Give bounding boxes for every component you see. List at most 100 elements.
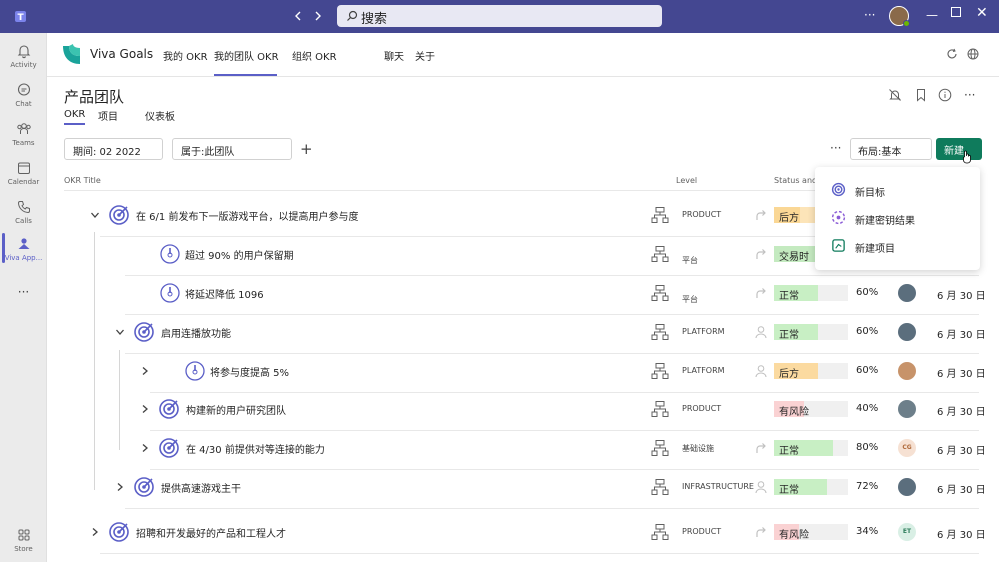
share-arrow-icon[interactable]	[754, 247, 768, 261]
okr-title[interactable]: 启用连播放功能	[161, 325, 231, 340]
chevron-right-icon[interactable]	[140, 443, 150, 453]
search-input[interactable]: 搜索	[337, 5, 662, 27]
okr-level: PRODUCT	[682, 404, 722, 413]
rail-item-teams[interactable]: Teams	[0, 121, 47, 161]
more-options-icon[interactable]: ···	[964, 88, 975, 102]
viva-goals-logo-icon	[63, 44, 80, 64]
okr-title[interactable]: 将参与度提高 5%	[210, 364, 289, 379]
search-icon	[347, 10, 358, 21]
layout-select[interactable]: 布局:基本	[850, 138, 932, 160]
more-options-icon[interactable]: ···	[864, 8, 875, 22]
period-filter[interactable]: 期间: 02 2022	[64, 138, 163, 160]
owner-avatar[interactable]	[898, 323, 916, 341]
rail-item-chat[interactable]: Chat	[0, 82, 47, 122]
owner-avatar[interactable]	[898, 284, 916, 302]
back-arrow-icon[interactable]	[292, 10, 304, 22]
tab-my-team-okr[interactable]: 我的团队 OKR	[214, 48, 279, 63]
refresh-icon[interactable]	[946, 48, 958, 60]
tab-my-okr[interactable]: 我的 OKR	[163, 48, 208, 63]
more-options-icon[interactable]: ···	[830, 141, 841, 155]
rail-item-calls[interactable]: Calls	[0, 199, 47, 239]
more-apps-icon[interactable]: ···	[0, 285, 47, 325]
tab-about[interactable]: 关于	[415, 48, 435, 63]
chevron-right-icon[interactable]	[140, 366, 150, 376]
subtab-dashboard[interactable]: 仪表板	[145, 108, 175, 123]
progress-percent: 60%	[856, 326, 879, 337]
rail-label: Chat	[15, 100, 32, 108]
okr-title[interactable]: 超过 90% 的用户保留期	[185, 247, 294, 262]
chevron-right-icon[interactable]	[115, 482, 125, 492]
person-icon[interactable]	[754, 480, 768, 494]
person-icon[interactable]	[754, 325, 768, 339]
rail-item-calendar[interactable]: Calendar	[0, 160, 47, 200]
person-icon[interactable]	[754, 364, 768, 378]
rail-label: Calendar	[7, 178, 40, 186]
progress-percent: 80%	[856, 442, 879, 453]
rail-item-viva-app[interactable]: Viva App...	[0, 236, 47, 276]
org-hierarchy-icon	[651, 324, 669, 340]
objective-target-icon	[159, 399, 179, 419]
new-button[interactable]: 新建	[936, 138, 982, 160]
col-header-status: Status and	[774, 176, 818, 185]
subtab-okr[interactable]: OKR	[64, 109, 85, 120]
globe-icon[interactable]	[967, 48, 979, 60]
owner-avatar[interactable]	[898, 478, 916, 496]
share-arrow-icon[interactable]	[754, 208, 768, 222]
okr-title[interactable]: 在 6/1 前发布下一版游戏平台，以提高用户参与度	[136, 208, 358, 223]
okr-level: 平台	[682, 256, 698, 265]
maximize-icon[interactable]	[951, 7, 961, 17]
search-placeholder: 搜索	[361, 12, 388, 27]
org-hierarchy-icon	[651, 401, 669, 417]
subtab-projects[interactable]: 项目	[98, 108, 118, 123]
cursor-hand-icon	[963, 150, 971, 164]
progress-percent: 60%	[856, 287, 879, 298]
add-filter-icon[interactable]: +	[300, 140, 313, 158]
chevron-down-icon[interactable]	[90, 210, 100, 220]
okr-title[interactable]: 构建新的用户研究团队	[186, 402, 286, 417]
viva-icon	[18, 238, 29, 249]
col-header-level: Level	[676, 176, 698, 185]
objective-target-icon	[109, 522, 129, 542]
phone-icon	[17, 201, 30, 214]
teams-icon	[16, 123, 31, 134]
close-icon[interactable]: ✕	[976, 5, 988, 21]
okr-title[interactable]: 招聘和开发最好的产品和工程人才	[136, 525, 286, 540]
belongs-filter[interactable]: 属于:此团队	[172, 138, 292, 160]
forward-arrow-icon[interactable]	[312, 10, 324, 22]
progress-percent: 72%	[856, 481, 879, 492]
owner-avatar[interactable]: ET	[898, 523, 916, 541]
app-rail: Activity Chat Teams Calendar Calls Viva …	[0, 33, 47, 562]
rail-item-activity[interactable]: Activity	[0, 43, 47, 83]
mute-notifications-icon[interactable]	[888, 88, 902, 102]
key-result-icon	[831, 210, 846, 225]
tab-org-okr[interactable]: 组织 OKR	[292, 48, 337, 63]
org-hierarchy-icon	[651, 363, 669, 379]
minimize-icon[interactable]: —	[926, 8, 938, 22]
okr-title[interactable]: 将延迟降低 1096	[185, 286, 264, 301]
owner-avatar[interactable]	[898, 362, 916, 380]
tab-chat[interactable]: 聊天	[384, 48, 404, 63]
share-arrow-icon[interactable]	[754, 286, 768, 300]
rail-label: Calls	[15, 217, 32, 225]
info-icon[interactable]	[938, 88, 952, 102]
okr-title[interactable]: 在 4/30 前提供对等连接的能力	[186, 441, 325, 456]
due-date: 6 月 30 日	[937, 330, 986, 341]
okr-title[interactable]: 提供高速游戏主干	[161, 480, 241, 495]
page-title: 产品团队	[64, 88, 125, 106]
bookmark-icon[interactable]	[914, 88, 928, 102]
chevron-right-icon[interactable]	[90, 527, 100, 537]
objective-target-icon	[159, 438, 179, 458]
chevron-down-icon[interactable]	[115, 327, 125, 337]
calendar-icon	[17, 162, 30, 174]
share-arrow-icon[interactable]	[754, 441, 768, 455]
owner-avatar[interactable]: CG	[898, 439, 916, 457]
share-arrow-icon[interactable]	[754, 525, 768, 539]
owner-avatar[interactable]	[898, 400, 916, 418]
due-date: 6 月 30 日	[937, 407, 986, 418]
subtab-active-underline	[64, 123, 85, 125]
status-badge: 有风险	[774, 524, 848, 541]
rail-item-store[interactable]: Store	[0, 527, 47, 567]
org-hierarchy-icon	[651, 440, 669, 456]
org-hierarchy-icon	[651, 479, 669, 495]
chevron-right-icon[interactable]	[140, 404, 150, 414]
